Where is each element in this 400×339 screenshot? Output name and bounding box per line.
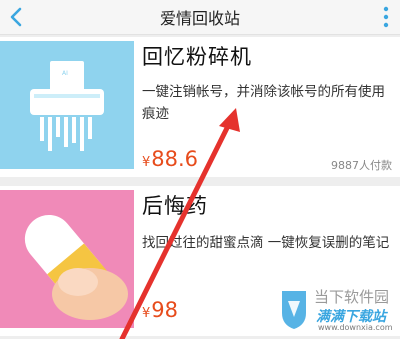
product-card-memory-shredder[interactable]: AI 回忆粉碎机 一键注销帐号，并消除该帐号的所有使用痕迹 ¥88.6 9887…: [0, 37, 400, 177]
watermark: 当下软件园 满满下载站 www.downxia.com: [276, 283, 396, 337]
pill-image: [0, 190, 134, 328]
product-price: ¥98: [142, 298, 178, 322]
price-value: 98: [151, 298, 179, 322]
product-description: 一键注销帐号，并消除该帐号的所有使用痕迹: [142, 84, 385, 122]
product-title: 后悔药: [142, 194, 208, 218]
page-title: 爱情回收站: [159, 9, 240, 28]
product-title: 回忆粉碎机: [142, 45, 252, 69]
shredder-image: AI: [0, 41, 134, 169]
watermark-text: 当下软件园: [314, 288, 390, 306]
more-options-icon[interactable]: [380, 5, 392, 29]
svg-text:AI: AI: [62, 70, 68, 77]
buyer-count: 9887人付款: [331, 159, 392, 172]
product-price: ¥88.6: [142, 147, 198, 171]
watermark-url: www.downxia.com: [318, 323, 393, 332]
top-bar: 爱情回收站: [0, 0, 400, 35]
product-description: 找回过往的甜蜜点滴 一键恢复误删的笔记: [142, 235, 390, 251]
currency-symbol: ¥: [142, 155, 151, 170]
watermark-logo-icon: [282, 291, 306, 329]
currency-symbol: ¥: [142, 306, 151, 321]
price-value: 88.6: [151, 147, 199, 171]
